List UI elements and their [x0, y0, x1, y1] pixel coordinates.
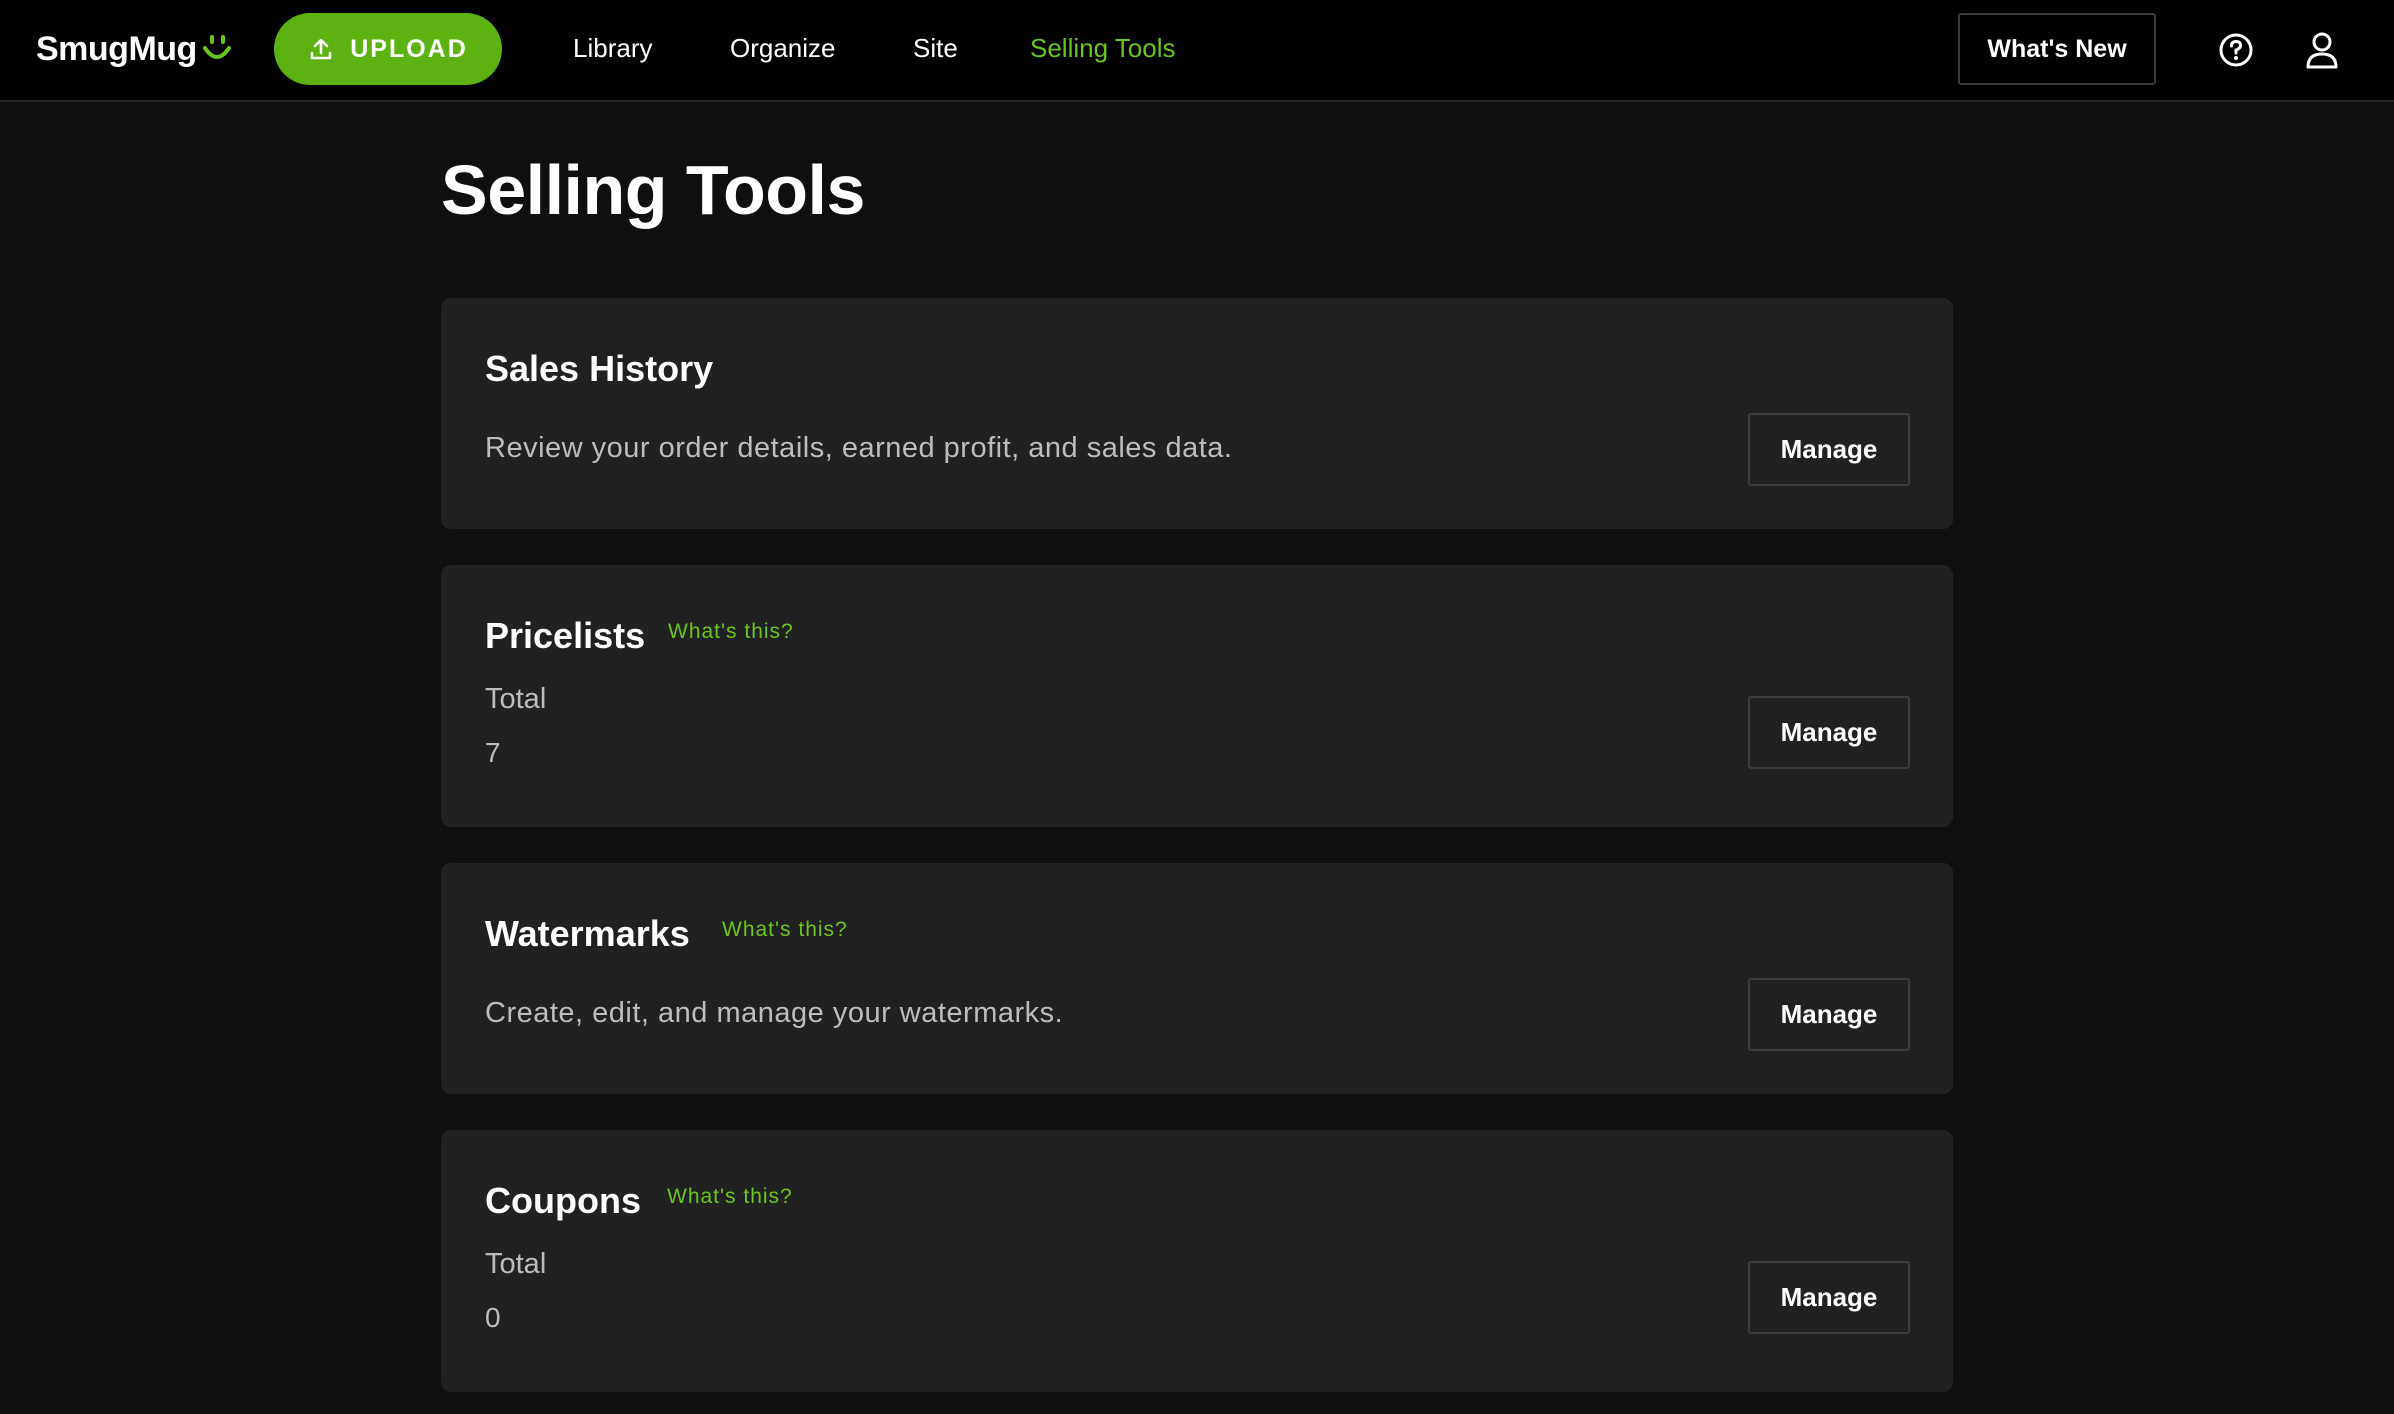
help-button[interactable] [2214, 28, 2258, 72]
sales-history-description: Review your order details, earned profit… [485, 432, 1233, 464]
upload-button[interactable]: UPLOAD [274, 13, 502, 85]
coupons-total-label: Total [485, 1248, 547, 1280]
pricelists-manage-button[interactable]: Manage [1748, 696, 1910, 769]
smugmug-logo[interactable]: SmugMug [36, 26, 233, 72]
watermarks-description: Create, edit, and manage your watermarks… [485, 997, 1064, 1029]
sales-history-manage-button[interactable]: Manage [1748, 413, 1910, 486]
whats-new-button[interactable]: What's New [1958, 13, 2156, 85]
upload-label: UPLOAD [350, 34, 468, 63]
sales-history-title: Sales History [485, 348, 714, 389]
nav-item-organize[interactable]: Organize [730, 33, 836, 64]
coupons-card: Coupons What's this? Total 0 Manage [441, 1130, 1953, 1392]
logo-text: SmugMug [36, 29, 197, 68]
account-button[interactable] [2300, 28, 2344, 72]
help-icon [2219, 33, 2253, 67]
pricelists-total-value: 7 [485, 737, 501, 768]
top-navigation-bar: SmugMug UPLOAD Library Organize Site Sel… [0, 0, 2394, 102]
watermarks-manage-button[interactable]: Manage [1748, 978, 1910, 1051]
page-title: Selling Tools [441, 151, 865, 229]
coupons-title: Coupons [485, 1180, 641, 1221]
account-icon [2306, 32, 2338, 69]
pricelists-whats-this-link[interactable]: What's this? [668, 620, 794, 644]
coupons-manage-button[interactable]: Manage [1748, 1261, 1910, 1334]
sales-history-card: Sales History Review your order details,… [441, 298, 1953, 529]
nav-item-library[interactable]: Library [573, 33, 652, 64]
nav-item-selling-tools[interactable]: Selling Tools [1030, 33, 1176, 64]
watermarks-whats-this-link[interactable]: What's this? [722, 918, 848, 942]
upload-icon [310, 38, 332, 60]
pricelists-card: Pricelists What's this? Total 7 Manage [441, 565, 1953, 827]
watermarks-title: Watermarks [485, 913, 690, 954]
pricelists-title: Pricelists [485, 615, 646, 656]
coupons-total-value: 0 [485, 1302, 501, 1333]
nav-item-site[interactable]: Site [913, 33, 958, 64]
watermarks-card: Watermarks What's this? Create, edit, an… [441, 863, 1953, 1094]
coupons-whats-this-link[interactable]: What's this? [667, 1185, 793, 1209]
smiley-logo-icon [202, 35, 231, 59]
pricelists-total-label: Total [485, 683, 547, 715]
